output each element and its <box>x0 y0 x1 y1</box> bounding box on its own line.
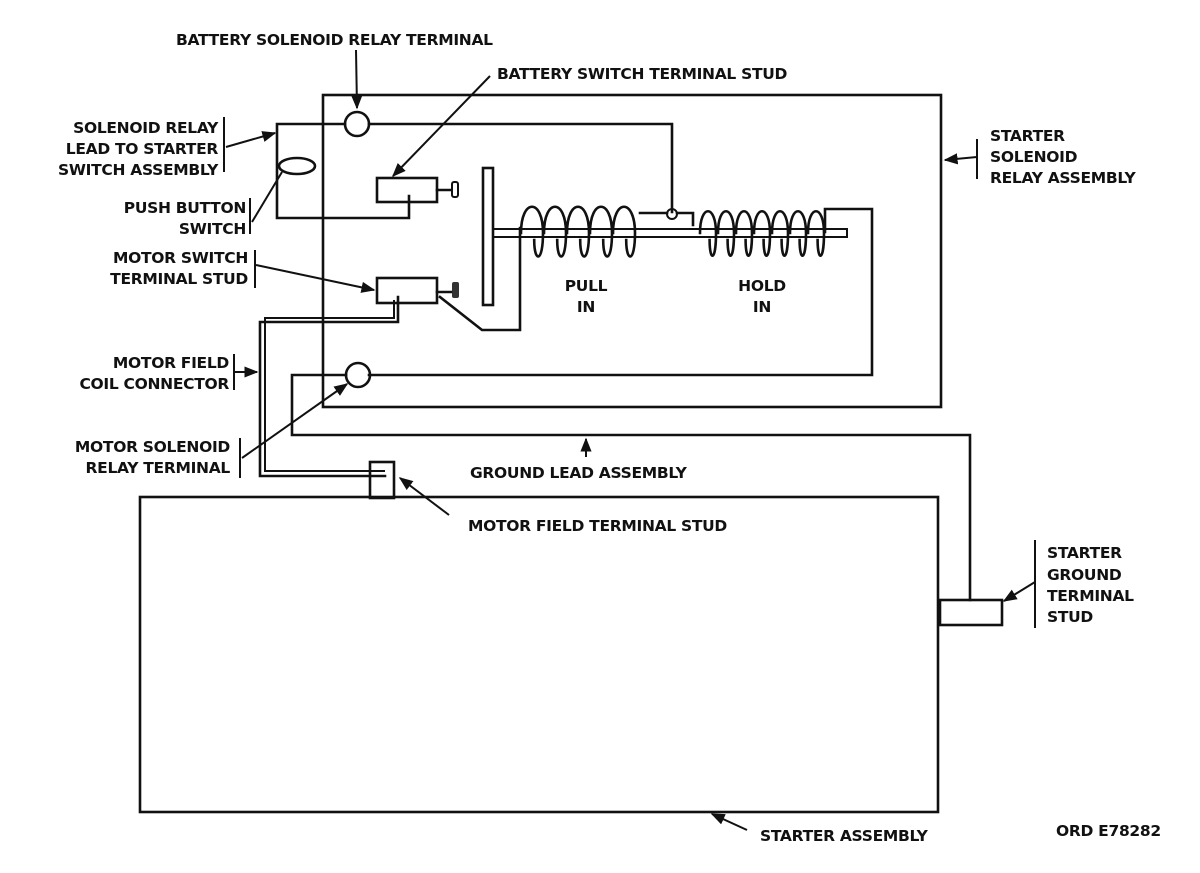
motor-switch-terminal-stud <box>375 276 439 305</box>
label-starter-solenoid-1: STARTER <box>990 127 1065 145</box>
leader-starter-ground-terminal-stud <box>1002 581 1036 602</box>
coil-turn <box>611 205 637 258</box>
coil-turn <box>716 210 736 257</box>
motor-solenoid-relay-terminal <box>344 361 372 389</box>
label-pull-in-1: PULL <box>565 277 608 295</box>
label-motor-field-coil-2: COIL CONNECTOR <box>79 375 229 393</box>
coil-turn <box>519 205 545 258</box>
label-starter-solenoid-3: RELAY ASSEMBLY <box>990 169 1137 187</box>
starter-wiring-diagram: BATTERY SOLENOID RELAY TERMINAL BATTERY … <box>58 31 1161 845</box>
pull-in-coil <box>519 205 637 258</box>
label-motor-field-terminal-stud: MOTOR FIELD TERMINAL STUD <box>468 517 727 535</box>
motor-switch-lead <box>438 226 522 332</box>
coil-turn <box>734 210 754 257</box>
label-motor-solenoid-1: MOTOR SOLENOID <box>75 438 231 456</box>
coil-turn <box>542 205 568 258</box>
label-starter-ground-2: GROUND <box>1047 566 1122 584</box>
coil-turn <box>565 205 591 258</box>
push-button-switch <box>277 156 317 176</box>
coil-turn <box>770 210 790 257</box>
label-starter-ground-4: STUD <box>1047 608 1093 626</box>
leader-motor-solenoid-relay-terminal <box>241 383 349 459</box>
label-battery-solenoid-relay-terminal: BATTERY SOLENOID RELAY TERMINAL <box>176 31 493 49</box>
motor-field-coil-connector <box>258 295 400 478</box>
label-starter-ground-1: STARTER <box>1047 544 1122 562</box>
label-solenoid-relay-lead-1: SOLENOID RELAY <box>73 119 219 137</box>
leader-battery-solenoid-relay-terminal <box>351 49 363 110</box>
leader-starter-assembly <box>710 813 748 831</box>
battery-lead-wire <box>367 122 674 214</box>
battery-stud-cap <box>451 181 459 198</box>
starter-assembly-box <box>138 495 940 814</box>
label-push-button-2: SWITCH <box>179 220 246 238</box>
label-hold-in-2: IN <box>753 298 771 316</box>
coil-turn <box>788 210 808 257</box>
leader-battery-switch-terminal-stud <box>392 75 491 178</box>
label-motor-field-coil-1: MOTOR FIELD <box>113 354 230 372</box>
motor-stud-cap <box>452 282 459 298</box>
motor-field-coil-connector-inner <box>264 300 395 472</box>
plunger-rod <box>492 228 848 238</box>
label-motor-solenoid-2: RELAY TERMINAL <box>86 459 231 477</box>
hold-in-coil <box>698 210 826 257</box>
leader-motor-switch-terminal-stud <box>255 264 376 293</box>
label-pull-in-2: IN <box>577 298 595 316</box>
label-ground-lead-assembly: GROUND LEAD ASSEMBLY <box>470 464 688 482</box>
label-motor-switch-2: TERMINAL STUD <box>110 270 248 288</box>
motor-field-terminal-stud <box>368 460 396 500</box>
battery-solenoid-relay-terminal <box>343 110 371 138</box>
label-solenoid-relay-lead-2: LEAD TO STARTER <box>66 140 219 158</box>
coil-turn <box>698 210 718 257</box>
label-hold-in-1: HOLD <box>738 277 786 295</box>
solenoid-relay-lead-wire <box>275 122 411 220</box>
coil-turn <box>588 205 614 258</box>
solenoid-relay-assembly-box <box>321 93 943 409</box>
leader-starter-solenoid-relay-assembly <box>943 153 978 165</box>
plunger-contact-disc <box>481 166 495 307</box>
battery-switch-terminal-stud <box>375 176 439 204</box>
leader-solenoid-relay-lead <box>225 131 277 148</box>
starter-ground-terminal-stud <box>938 598 1004 627</box>
label-solenoid-relay-lead-3: SWITCH ASSEMBLY <box>58 161 219 179</box>
label-motor-switch-1: MOTOR SWITCH <box>113 249 248 267</box>
label-starter-ground-3: TERMINAL <box>1047 587 1134 605</box>
coil-turn <box>806 210 826 257</box>
label-starter-assembly: STARTER ASSEMBLY <box>760 827 929 845</box>
label-starter-solenoid-2: SOLENOID <box>990 148 1078 166</box>
figure-id: ORD E78282 <box>1056 822 1161 840</box>
coil-turn <box>752 210 772 257</box>
label-battery-switch-terminal-stud: BATTERY SWITCH TERMINAL STUD <box>497 65 787 83</box>
label-push-button-1: PUSH BUTTON <box>124 199 246 217</box>
